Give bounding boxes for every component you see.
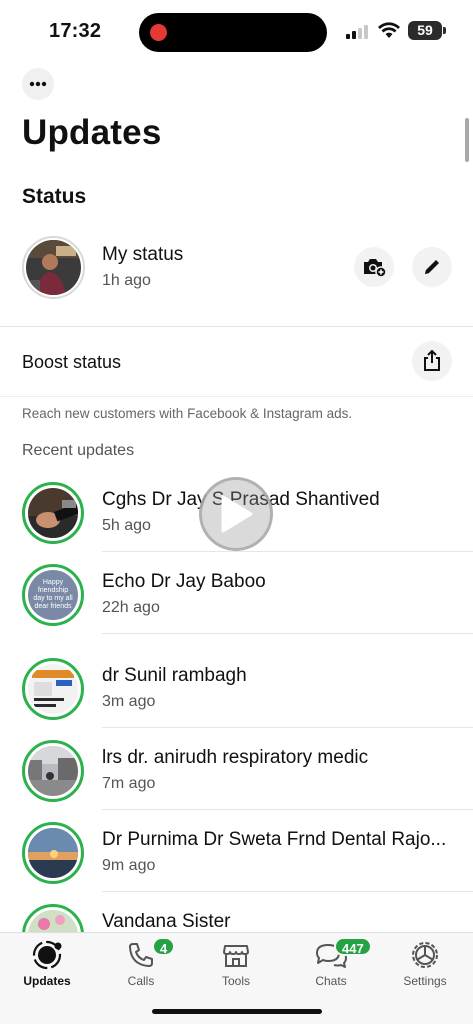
update-time: 3m ago xyxy=(102,693,156,710)
tab-label: Chats xyxy=(315,974,347,988)
tab-calls[interactable]: 4 Calls xyxy=(106,937,176,988)
tab-updates[interactable]: Updates xyxy=(12,939,82,988)
row-divider xyxy=(102,551,473,552)
play-icon xyxy=(221,495,253,533)
row-divider xyxy=(102,809,473,810)
row-divider xyxy=(102,633,473,634)
tab-label: Updates xyxy=(23,974,71,988)
status-ring[interactable] xyxy=(22,822,84,884)
clock: 17:32 xyxy=(49,20,102,42)
avatar xyxy=(28,664,78,714)
status-ring[interactable]: Happy friendship day to my all dear frie… xyxy=(22,564,84,626)
tab-label: Calls xyxy=(127,974,155,988)
phone-icon xyxy=(129,943,153,967)
contact-name: Echo Dr Jay Baboo xyxy=(102,571,266,592)
camera-add-button[interactable] xyxy=(354,247,394,287)
battery-icon: 59 xyxy=(408,21,446,40)
tab-tools[interactable]: Tools xyxy=(201,939,271,988)
tab-chats[interactable]: 447 Chats xyxy=(296,937,372,988)
avatar: Happy friendship day to my all dear frie… xyxy=(28,570,78,620)
section-divider xyxy=(0,326,473,327)
boost-status-label[interactable]: Boost status xyxy=(22,352,121,373)
tab-label: Settings xyxy=(403,974,447,988)
status-bar: 17:32 59 xyxy=(0,0,473,64)
pencil-icon xyxy=(425,260,439,274)
recent-updates-title: Recent updates xyxy=(22,442,135,459)
status-ring[interactable] xyxy=(22,658,84,720)
camera-plus-icon xyxy=(364,259,386,277)
update-time: 9m ago xyxy=(102,857,156,874)
update-time: 5h ago xyxy=(102,517,151,534)
row-divider xyxy=(102,891,473,892)
status-update-row[interactable]: lrs dr. anirudh respiratory medic 7m ago xyxy=(0,738,473,820)
update-time: 22h ago xyxy=(102,599,160,616)
my-status-name: My status xyxy=(102,244,184,265)
gear-icon xyxy=(412,942,438,968)
row-divider xyxy=(102,727,473,728)
updates-icon xyxy=(32,940,62,970)
my-status-row[interactable]: My status 1h ago xyxy=(0,230,473,310)
contact-name: lrs dr. anirudh respiratory medic xyxy=(102,747,369,768)
home-indicator[interactable] xyxy=(152,1009,322,1014)
scrollbar[interactable] xyxy=(465,118,469,162)
status-update-row[interactable]: dr Sunil rambagh 3m ago xyxy=(0,656,473,738)
contact-name: Vandana Sister xyxy=(102,911,231,932)
my-status-time: 1h ago xyxy=(102,272,151,289)
status-update-row[interactable]: Happy friendship day to my all dear frie… xyxy=(0,562,473,644)
contact-name: Dr Purnima Dr Sweta Frnd Dental Rajo... xyxy=(102,829,447,850)
status-update-row[interactable]: Dr Purnima Dr Sweta Frnd Dental Rajo... … xyxy=(0,820,473,902)
wifi-icon xyxy=(378,22,400,38)
avatar xyxy=(28,746,78,796)
page-title: Updates xyxy=(22,113,162,152)
ads-note: Reach new customers with Facebook & Inst… xyxy=(22,406,353,421)
calls-badge: 4 xyxy=(152,937,176,956)
dynamic-island xyxy=(139,13,327,52)
chats-badge: 447 xyxy=(334,937,372,956)
more-options-button[interactable] xyxy=(22,68,54,100)
my-status-avatar[interactable] xyxy=(22,236,85,299)
recording-indicator-icon xyxy=(150,24,167,41)
contact-name: dr Sunil rambagh xyxy=(102,665,247,686)
status-ring[interactable] xyxy=(22,482,84,544)
share-button[interactable] xyxy=(412,341,452,381)
status-thumbnail-text: Happy friendship day to my all dear frie… xyxy=(33,579,73,610)
ellipsis-icon xyxy=(29,81,47,87)
avatar xyxy=(26,240,81,295)
edit-text-status-button[interactable] xyxy=(412,247,452,287)
status-ring[interactable] xyxy=(22,740,84,802)
play-button[interactable] xyxy=(199,477,273,551)
avatar xyxy=(28,828,78,878)
tab-label: Tools xyxy=(221,974,250,988)
update-time: 7m ago xyxy=(102,775,156,792)
avatar xyxy=(28,488,78,538)
share-icon xyxy=(424,350,440,371)
boost-divider xyxy=(0,396,473,397)
storefront-icon xyxy=(223,945,249,967)
cellular-signal-icon xyxy=(346,25,372,39)
tab-settings[interactable]: Settings xyxy=(390,939,460,988)
status-section-title: Status xyxy=(22,185,87,208)
